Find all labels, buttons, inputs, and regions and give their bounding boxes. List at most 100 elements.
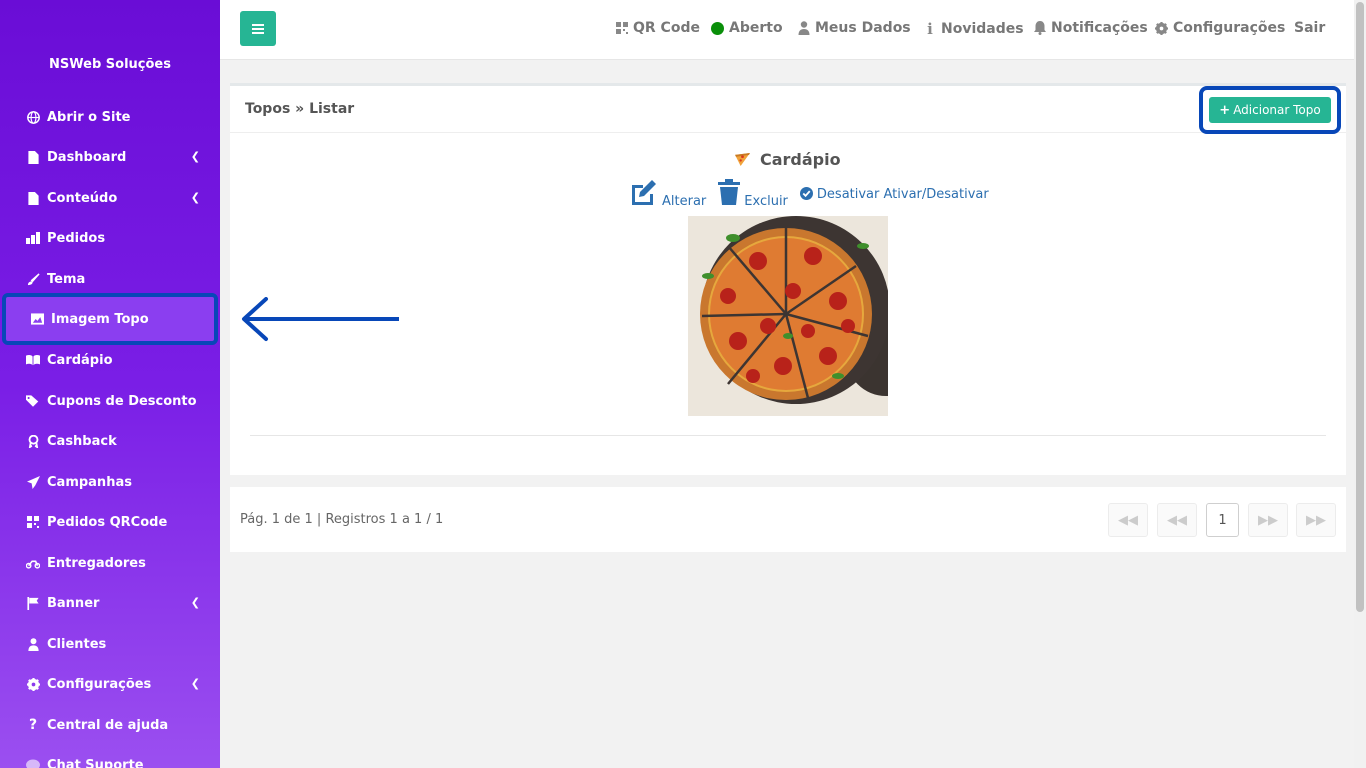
card-divider [250,435,1326,436]
chat-icon [26,758,40,768]
gear-icon [26,677,40,691]
meus-dados-label: Meus Dados [815,20,911,36]
sidebar-item-label: Cupons de Desconto [47,393,197,409]
rewind-icon: ◀◀ [1167,512,1187,528]
sidebar-item-label: Conteúdo [47,190,118,206]
double-right-icon: ▶▶ [1306,512,1326,528]
sidebar-item-label: Imagem Topo [51,311,149,327]
novidades-link[interactable]: i Novidades [924,20,1023,38]
next-page-button[interactable]: ▶▶ [1248,503,1288,537]
notificacoes-link[interactable]: Notificações [1034,20,1148,36]
chevron-left-icon: ❮ [190,677,200,690]
check-circle-icon [799,186,813,202]
current-page-button[interactable]: 1 [1206,503,1239,537]
meus-dados-link[interactable]: Meus Dados [798,20,911,36]
book-icon [26,353,40,367]
edit-label: Alterar [662,194,707,209]
prev-page-button[interactable]: ◀◀ [1157,503,1197,537]
info-icon: i [927,20,933,38]
forward-icon: ▶▶ [1258,512,1278,528]
item-actions: Alterar Excluir Desativar Ativar/Desativ… [630,179,1001,209]
qrcode-icon [616,22,628,34]
flag-icon [26,596,40,610]
brand-name: NSWeb Soluções [49,57,171,72]
award-icon [26,434,40,448]
sidebar-item-clientes[interactable]: Clientes [0,629,220,659]
sidebar-item-label: Abrir o Site [47,109,131,125]
bell-icon [1034,21,1046,35]
brush-icon [26,272,40,286]
status-dot-icon [711,21,724,35]
add-topo-button[interactable]: + Adicionar Topo [1209,97,1331,123]
last-page-button[interactable]: ▶▶ [1296,503,1336,537]
sidebar-item-label: Banner [47,595,100,611]
toggle-status-label: Desativar Ativar/Desativar [816,186,989,202]
orders-icon [26,231,40,245]
trash-icon [718,179,741,209]
image-icon [30,312,44,326]
sidebar-item-central-ajuda[interactable]: ? Central de ajuda [0,710,220,740]
topo-image [688,216,888,416]
file-icon [26,150,40,164]
edit-icon [630,179,658,209]
top-navbar: QR Code Aberto Meus Dados i Novidades No… [220,0,1354,60]
page-scrollbar[interactable] [1354,0,1366,768]
chevron-left-icon: ❮ [190,150,200,163]
sidebar-item-label: Pedidos [47,230,106,246]
sidebar-item-label: Configurações [47,676,152,692]
card-header: Topos » Listar + Adicionar Topo [230,86,1346,134]
pagination-info: Pág. 1 de 1 | Registros 1 a 1 / 1 [240,512,444,527]
first-page-button[interactable]: ◀◀ [1108,503,1148,537]
add-button-highlight: + Adicionar Topo [1199,86,1341,134]
add-topo-label: Adicionar Topo [1233,103,1321,117]
sidebar: NSWeb Soluções Abrir o Site Dashboard ❮ … [0,0,220,768]
sidebar-item-cupons[interactable]: Cupons de Desconto [0,386,220,416]
scrollbar-thumb[interactable] [1356,2,1364,612]
delete-action[interactable]: Excluir [718,179,788,209]
sidebar-item-cashback[interactable]: Cashback [0,426,220,456]
sidebar-item-label: Cardápio [47,352,113,368]
plus-icon: + [1219,102,1231,118]
sair-link[interactable]: Sair [1294,20,1325,36]
configuracoes-link[interactable]: Configurações [1155,20,1285,36]
motorcycle-icon [26,556,40,570]
menu-toggle-button[interactable] [240,11,276,46]
notificacoes-label: Notificações [1051,20,1148,36]
sidebar-item-conteudo[interactable]: Conteúdo ❮ [0,183,220,213]
sidebar-item-abrir-site[interactable]: Abrir o Site [0,102,220,132]
sidebar-item-label: Central de ajuda [47,717,169,733]
delete-label: Excluir [744,194,788,209]
sidebar-item-tema[interactable]: Tema [0,264,220,294]
sidebar-item-chat-suporte[interactable]: Chat Suporte [0,750,220,768]
sidebar-item-imagem-topo[interactable]: Imagem Topo [2,293,218,345]
file-icon [26,191,40,205]
tags-icon [26,394,40,408]
toggle-status-action[interactable]: Desativar Ativar/Desativar [799,186,989,202]
item-title: Cardápio [230,150,1346,169]
qrcode-icon [26,515,40,529]
pagination-bar: Pág. 1 de 1 | Registros 1 a 1 / 1 ◀◀ ◀◀ … [230,487,1346,552]
sair-label: Sair [1294,20,1326,36]
question-icon: ? [28,717,38,733]
sidebar-item-label: Entregadores [47,555,146,571]
topos-list-card: Topos » Listar + Adicionar Topo Cardápio… [230,83,1346,475]
send-icon [26,475,40,489]
sidebar-item-campanhas[interactable]: Campanhas [0,467,220,497]
sidebar-item-label: Pedidos QRCode [47,514,168,530]
sidebar-item-pedidos-qrcode[interactable]: Pedidos QRCode [0,507,220,537]
sidebar-item-pedidos[interactable]: Pedidos [0,223,220,253]
double-left-icon: ◀◀ [1118,512,1138,528]
globe-icon [26,110,40,124]
edit-action[interactable]: Alterar [630,179,706,209]
sidebar-item-entregadores[interactable]: Entregadores [0,548,220,578]
sidebar-item-cardapio[interactable]: Cardápio [0,345,220,375]
sidebar-item-dashboard[interactable]: Dashboard ❮ [0,142,220,172]
store-status-label: Aberto [729,20,783,36]
store-status-link[interactable]: Aberto [711,20,783,36]
hamburger-icon [252,23,264,34]
item-title-text: Cardápio [759,150,841,169]
sidebar-item-label: Tema [47,271,86,287]
sidebar-item-configuracoes[interactable]: Configurações ❮ [0,669,220,699]
qr-code-link[interactable]: QR Code [616,20,700,36]
sidebar-item-banner[interactable]: Banner ❮ [0,588,220,618]
